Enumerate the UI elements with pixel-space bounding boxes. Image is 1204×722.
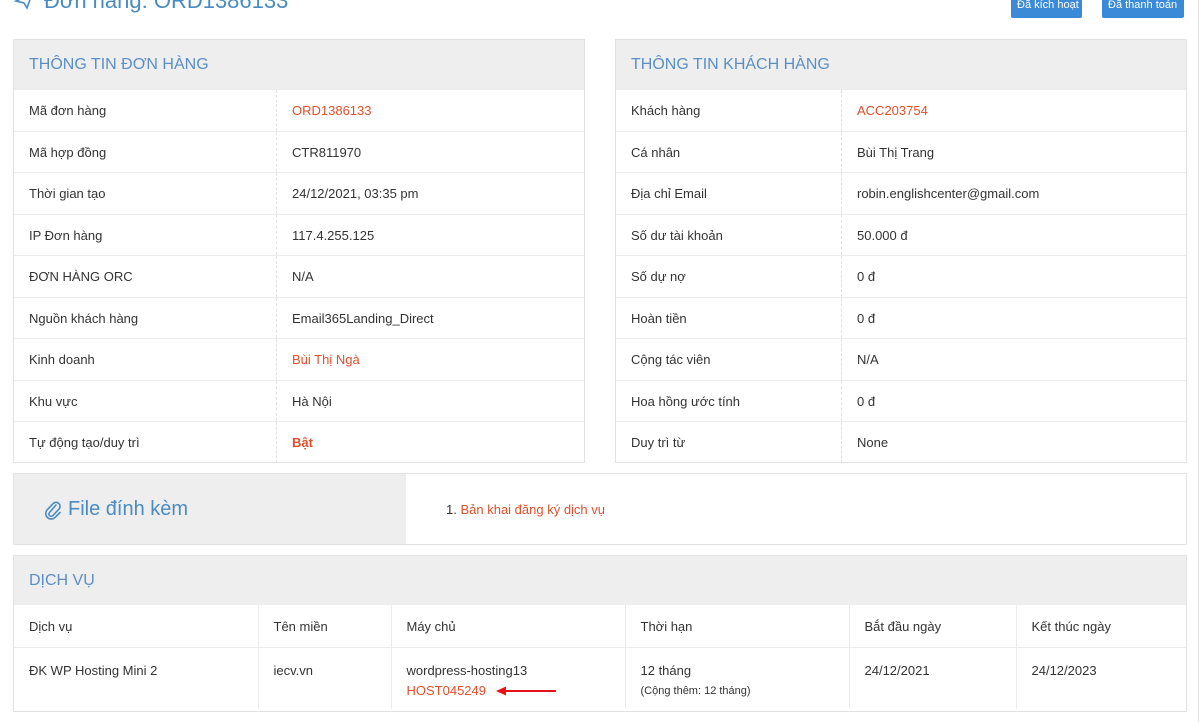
attachments-header: File đính kèm bbox=[14, 474, 406, 544]
service-term-note: (Cộng thêm: 12 tháng) bbox=[640, 684, 751, 697]
row-label: ĐƠN HÀNG ORC bbox=[14, 256, 277, 297]
customer-info-panel: THÔNG TIN KHÁCH HÀNG Khách hàng ACC20375… bbox=[615, 39, 1187, 463]
service-server-cell: wordpress-hosting13 HOST045249 bbox=[391, 646, 626, 709]
row-value: 24/12/2021, 03:35 pm bbox=[292, 186, 419, 201]
row-label: Mã hợp đồng bbox=[14, 131, 277, 172]
customer-row-refund: Hoàn tiền 0 đ bbox=[616, 296, 1186, 338]
content-border bbox=[1198, 0, 1199, 722]
page-header: Đơn hàng: ORD1386133 Đã kích hoạt Đã tha… bbox=[0, 0, 1204, 20]
row-value: None bbox=[857, 435, 889, 450]
customer-row-maintained: Duy trì từ None bbox=[616, 421, 1186, 463]
row-value: Email365Landing_Direct bbox=[292, 310, 434, 326]
order-info-panel: THÔNG TIN ĐƠN HÀNG Mã đơn hàng ORD138613… bbox=[13, 39, 585, 463]
row-value: 117.4.255.125 bbox=[292, 227, 375, 243]
column-header-server: Máy chủ bbox=[391, 605, 626, 647]
row-label: Khu vực bbox=[14, 380, 277, 421]
row-label: Nguồn khách hàng bbox=[14, 297, 277, 338]
order-code-link[interactable]: ORD1386133 bbox=[277, 90, 372, 131]
row-value: Bùi Thị Trang bbox=[857, 144, 935, 160]
row-label: Kinh doanh bbox=[14, 339, 277, 380]
customer-row-affiliate: Cộng tác viên N/A bbox=[616, 338, 1186, 380]
attachments-title: File đính kèm bbox=[68, 498, 189, 520]
service-end-date: 24/12/2023 bbox=[1016, 646, 1186, 709]
row-value: 0 đ bbox=[857, 269, 876, 284]
order-row-region: Khu vực Hà Nội bbox=[14, 379, 584, 421]
table-header-row: Dịch vụ Tên miền Máy chủ Thời hạn Bắt đầ… bbox=[14, 605, 1186, 647]
row-value: 0 đ bbox=[857, 310, 876, 326]
order-row-sales: Kinh doanh Bùi Thị Ngà bbox=[14, 338, 584, 380]
row-label: Hoa hồng ước tính bbox=[616, 380, 842, 421]
column-header-domain: Tên miền bbox=[258, 605, 392, 647]
row-label: Tự động tạo/duy trì bbox=[14, 422, 277, 463]
attachment-item: 1. Bản khai đăng ký dịch vụ bbox=[446, 502, 605, 517]
service-term-cell: 12 tháng (Cộng thêm: 12 tháng) bbox=[625, 646, 850, 709]
order-row-created: Thời gian tạo 24/12/2021, 03:35 pm bbox=[14, 172, 584, 214]
column-header-start: Bắt đầu ngày bbox=[849, 605, 1017, 647]
customer-info-title: THÔNG TIN KHÁCH HÀNG bbox=[616, 40, 1186, 89]
service-domain: iecv.vn bbox=[258, 646, 392, 709]
column-header-end: Kết thúc ngày bbox=[1031, 619, 1112, 634]
attachment-index: 1. bbox=[446, 502, 457, 517]
auto-renew-status: Bật bbox=[292, 435, 313, 450]
customer-row-account: Khách hàng ACC203754 bbox=[616, 89, 1186, 131]
row-label: Số dự nợ bbox=[616, 256, 842, 297]
row-value: Hà Nội bbox=[292, 393, 332, 409]
paperclip-icon bbox=[44, 501, 61, 520]
customer-row-balance: Số dư tài khoản 50.000 đ bbox=[616, 213, 1186, 255]
host-link[interactable]: HOST045249 bbox=[407, 683, 487, 698]
column-header-term: Thời hạn bbox=[625, 605, 850, 647]
order-row-ip: IP Đơn hàng 117.4.255.125 bbox=[14, 213, 584, 255]
order-row-code: Mã đơn hàng ORD1386133 bbox=[14, 89, 584, 131]
row-value: robin.englishcenter@gmail.com bbox=[857, 186, 1040, 201]
page-title-text: Đơn hàng: ORD1386133 bbox=[44, 0, 289, 13]
row-label: Cộng tác viên bbox=[616, 339, 842, 380]
row-label: Khách hàng bbox=[616, 90, 842, 131]
attachment-link[interactable]: Bản khai đăng ký dịch vụ bbox=[460, 502, 605, 517]
service-name: ĐK WP Hosting Mini 2 bbox=[14, 646, 259, 709]
row-value: N/A bbox=[292, 269, 314, 284]
attachments-list: 1. Bản khai đăng ký dịch vụ bbox=[406, 474, 605, 544]
row-label: Cá nhân bbox=[616, 131, 842, 172]
row-label: Số dư tài khoản bbox=[616, 214, 842, 255]
customer-row-email: Địa chỉ Email robin.englishcenter@gmail.… bbox=[616, 172, 1186, 214]
order-row-source: Nguồn khách hàng Email365Landing_Direct bbox=[14, 296, 584, 338]
services-panel: DỊCH VỤ Dịch vụ Tên miền Máy chủ Thời hạ… bbox=[13, 555, 1187, 712]
service-term: 12 tháng bbox=[640, 662, 692, 678]
services-title: DỊCH VỤ bbox=[14, 556, 1186, 605]
server-name: wordpress-hosting13 bbox=[406, 662, 528, 678]
row-label: Duy trì từ bbox=[616, 422, 842, 463]
row-label: IP Đơn hàng bbox=[14, 214, 277, 255]
row-label: Mã đơn hàng bbox=[14, 90, 277, 131]
row-value: CTR811970 bbox=[292, 144, 362, 160]
customer-account-link[interactable]: ACC203754 bbox=[842, 90, 928, 131]
order-row-contract: Mã hợp đồng CTR811970 bbox=[14, 130, 584, 172]
row-label: Thời gian tạo bbox=[14, 173, 277, 214]
paper-plane-icon bbox=[14, 0, 31, 10]
row-label: Hoàn tiền bbox=[616, 297, 842, 338]
activated-status-button[interactable]: Đã kích hoạt bbox=[1011, 0, 1082, 18]
row-label: Địa chỉ Email bbox=[616, 173, 842, 214]
table-row: ĐK WP Hosting Mini 2 iecv.vn wordpress-h… bbox=[14, 646, 1186, 709]
order-row-auto-renew: Tự động tạo/duy trì Bật bbox=[14, 421, 584, 463]
paid-status-button[interactable]: Đã thanh toán bbox=[1102, 0, 1184, 18]
arrow-left-icon bbox=[495, 686, 556, 696]
row-value: N/A bbox=[857, 352, 879, 367]
column-header-service: Dịch vụ bbox=[14, 605, 259, 647]
row-value: 0 đ bbox=[857, 393, 876, 409]
row-value: 50.000 đ bbox=[857, 227, 908, 243]
attachments-panel: File đính kèm 1. Bản khai đăng ký dịch v… bbox=[13, 473, 1187, 545]
services-table: Dịch vụ Tên miền Máy chủ Thời hạn Bắt đầ… bbox=[14, 605, 1186, 709]
customer-row-commission: Hoa hồng ước tính 0 đ bbox=[616, 379, 1186, 421]
service-start-date: 24/12/2021 bbox=[849, 646, 1017, 709]
order-info-title: THÔNG TIN ĐƠN HÀNG bbox=[14, 40, 584, 89]
customer-row-person: Cá nhân Bùi Thị Trang bbox=[616, 130, 1186, 172]
page-title: Đơn hàng: ORD1386133 bbox=[14, 0, 288, 14]
order-row-orc: ĐƠN HÀNG ORC N/A bbox=[14, 255, 584, 297]
customer-row-debt: Số dự nợ 0 đ bbox=[616, 255, 1186, 297]
sales-person-link[interactable]: Bùi Thị Ngà bbox=[277, 339, 360, 380]
